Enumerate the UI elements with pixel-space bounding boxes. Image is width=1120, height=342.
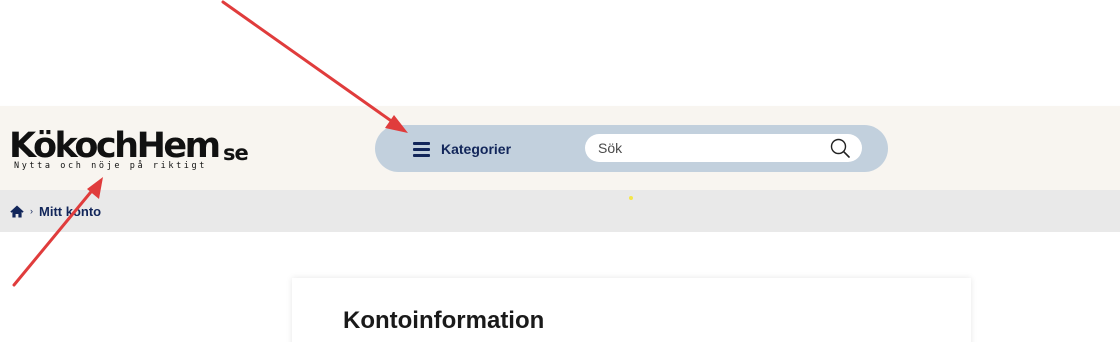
- search-icon[interactable]: [830, 138, 850, 158]
- home-icon[interactable]: [10, 205, 24, 218]
- page-title: Kontoinformation: [343, 307, 545, 334]
- logo-tagline: Nytta och nöje på riktigt: [14, 161, 207, 171]
- yellow-dot: [629, 196, 633, 200]
- nav-bar: Kategorier: [375, 125, 888, 172]
- search-input[interactable]: [598, 138, 818, 158]
- hamburger-icon: [413, 141, 430, 157]
- account-card: Kontoinformation: [292, 278, 971, 342]
- categories-label: Kategorier: [441, 141, 512, 157]
- site-logo[interactable]: KökochHem se Nytta och nöje på riktigt: [9, 126, 259, 174]
- logo-tld: se: [223, 141, 249, 165]
- categories-menu-button[interactable]: Kategorier: [413, 137, 511, 161]
- breadcrumb: › Mitt konto: [0, 190, 1120, 232]
- search-box: [585, 134, 862, 162]
- logo-name: KökochHem: [9, 126, 221, 166]
- breadcrumb-current: Mitt konto: [39, 203, 102, 219]
- site-header: KökochHem se Nytta och nöje på riktigt K…: [0, 106, 1120, 190]
- breadcrumb-separator: ›: [30, 206, 33, 216]
